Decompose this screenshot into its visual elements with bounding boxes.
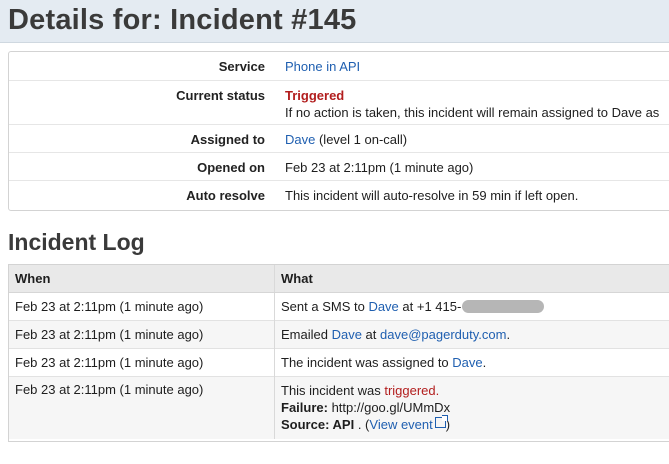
column-header-what: What	[274, 265, 669, 293]
external-link-icon	[434, 415, 448, 428]
incident-log-panel: When What Feb 23 at 2:11pm (1 minute ago…	[8, 264, 669, 442]
auto-resolve-label: Auto resolve	[186, 187, 265, 203]
log-text: This incident was	[281, 383, 385, 398]
log-what: The incident was assigned to Dave.	[274, 348, 669, 377]
column-header-when: When	[9, 265, 275, 293]
source-label: Source:	[281, 417, 330, 432]
log-when: Feb 23 at 2:11pm (1 minute ago)	[15, 355, 204, 370]
log-text: Sent a SMS to	[281, 299, 369, 314]
log-header-row: When What	[9, 265, 669, 293]
incident-log-table: When What Feb 23 at 2:11pm (1 minute ago…	[9, 265, 669, 439]
status-note: If no action is taken, this incident wil…	[285, 104, 660, 120]
email-link[interactable]: dave@pagerduty.com	[380, 327, 506, 342]
log-what: Emailed Dave at dave@pagerduty.com.	[274, 320, 669, 349]
failure-label: Failure:	[281, 400, 328, 415]
failure-value: http://goo.gl/UMmDx	[327, 400, 451, 415]
log-text: .	[435, 383, 440, 398]
log-text: The incident was assigned to	[281, 355, 453, 370]
user-link-dave[interactable]: Dave	[368, 299, 398, 314]
log-text: .	[482, 355, 487, 370]
source-value: API	[329, 417, 355, 432]
details-row-assigned: Assigned to Dave (level 1 on-call)	[9, 124, 669, 152]
log-row: Feb 23 at 2:11pm (1 minute ago) The inci…	[9, 348, 669, 377]
incident-log-heading: Incident Log	[8, 229, 145, 255]
log-text: at +1 415-	[398, 299, 462, 314]
log-when: Feb 23 at 2:11pm (1 minute ago)	[15, 382, 204, 397]
opened-label: Opened on	[197, 159, 265, 175]
view-event-label: View event	[369, 417, 433, 432]
assigned-label: Assigned to	[190, 131, 265, 147]
incident-details-panel: Service Phone in API Current status Trig…	[8, 51, 669, 211]
assigned-user-link[interactable]: Dave	[285, 132, 315, 147]
view-event-link[interactable]: View event	[369, 415, 448, 432]
page-title: Details for: Incident #145	[8, 4, 357, 36]
details-row-auto-resolve: Auto resolve This incident will auto-res…	[9, 180, 669, 208]
log-text: Emailed	[281, 327, 332, 342]
incident-details-table: Service Phone in API Current status Trig…	[9, 52, 669, 208]
service-label: Service	[218, 59, 265, 74]
auto-resolve-value: This incident will auto-resolve in 59 mi…	[285, 187, 579, 203]
page-header: Details for: Incident #145	[0, 0, 669, 43]
log-row: Feb 23 at 2:11pm (1 minute ago) This inc…	[9, 376, 669, 439]
log-what: Sent a SMS to Dave at +1 415-	[274, 292, 669, 321]
log-row: Feb 23 at 2:11pm (1 minute ago) Sent a S…	[9, 292, 669, 321]
redacted-phone-number	[462, 300, 545, 313]
assigned-level: (level 1 on-call)	[315, 131, 408, 147]
opened-value: Feb 23 at 2:11pm (1 minute ago)	[285, 159, 474, 175]
user-link-dave[interactable]: Dave	[332, 327, 362, 342]
details-row-service: Service Phone in API	[9, 52, 669, 80]
log-when: Feb 23 at 2:11pm (1 minute ago)	[15, 299, 204, 314]
status-value: Triggered	[285, 87, 345, 103]
status-label: Current status	[176, 87, 265, 103]
triggered-status: triggered	[384, 383, 436, 398]
service-link[interactable]: Phone in API	[285, 59, 360, 74]
log-text: at	[361, 327, 381, 342]
log-row: Feb 23 at 2:11pm (1 minute ago) Emailed …	[9, 320, 669, 349]
log-what: This incident was triggered. Failure: ht…	[274, 376, 669, 439]
log-text: . (	[354, 417, 370, 432]
details-row-opened: Opened on Feb 23 at 2:11pm (1 minute ago…	[9, 152, 669, 180]
log-when: Feb 23 at 2:11pm (1 minute ago)	[15, 327, 204, 342]
details-row-status: Current status Triggered If no action is…	[9, 80, 669, 124]
user-link-dave[interactable]: Dave	[452, 355, 482, 370]
log-text: .	[506, 327, 511, 342]
